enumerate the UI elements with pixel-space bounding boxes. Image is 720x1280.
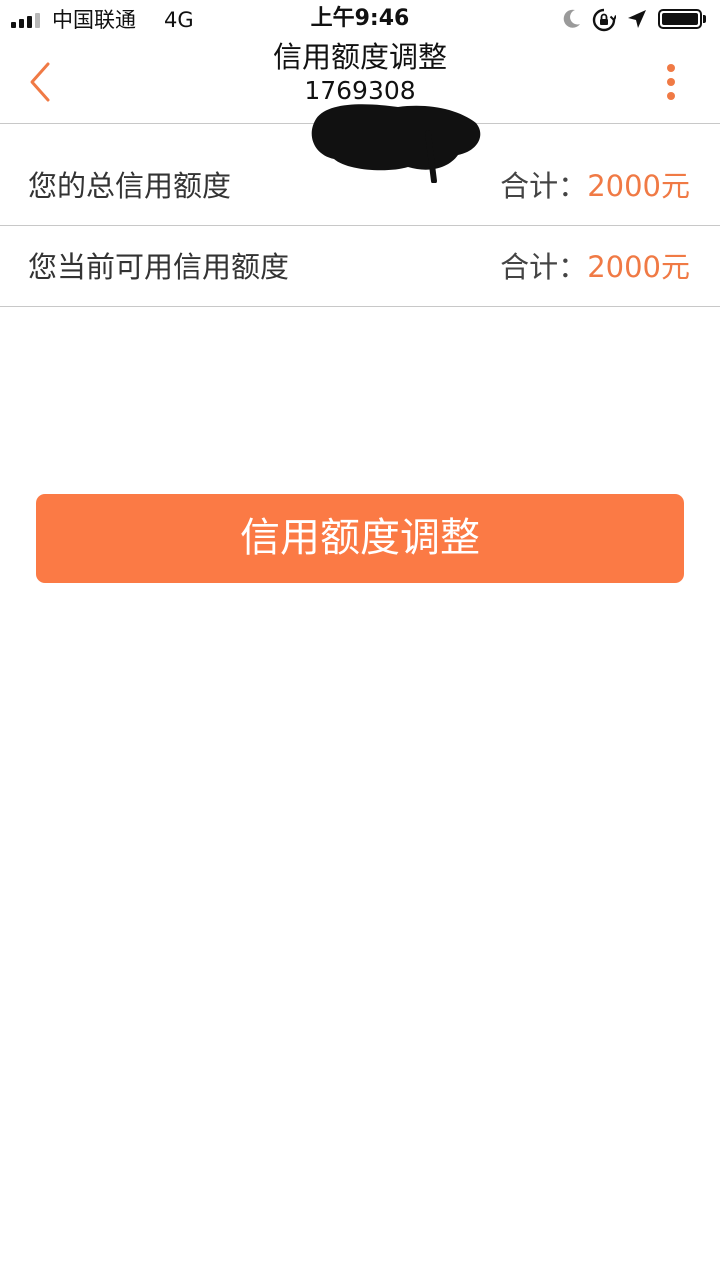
- more-icon-dot-1: [667, 64, 675, 72]
- adjust-credit-button[interactable]: 信用额度调整: [36, 494, 684, 583]
- available-credit-amount: 2000元: [587, 250, 690, 284]
- total-credit-row: 您的总信用额度 合计：2000元: [0, 145, 720, 226]
- battery-icon: [658, 9, 702, 29]
- more-icon-dot-2: [667, 78, 675, 86]
- total-credit-label: 您的总信用额度: [28, 169, 232, 203]
- page-title: 信用额度调整: [272, 40, 447, 74]
- rotation-lock-icon: [592, 8, 616, 32]
- battery-tip: [703, 15, 706, 23]
- available-credit-sum-label: 合计：: [500, 250, 588, 284]
- total-credit-value: 合计：2000元: [500, 169, 690, 203]
- available-credit-row: 您当前可用信用额度 合计：2000元: [0, 226, 720, 307]
- total-credit-amount: 2000元: [587, 169, 690, 203]
- available-credit-value: 合计：2000元: [500, 250, 690, 284]
- available-credit-label: 您当前可用信用额度: [28, 250, 290, 284]
- status-bar: 中国联通 4G 上午9:46: [0, 0, 720, 40]
- moon-icon: [563, 9, 580, 28]
- location-icon: [628, 10, 646, 28]
- more-options-button[interactable]: [656, 62, 686, 106]
- more-icon-dot-3: [667, 92, 675, 100]
- navigation-header: 信用额度调整 1769308: [0, 40, 720, 183]
- total-credit-sum-label: 合计：: [500, 169, 588, 203]
